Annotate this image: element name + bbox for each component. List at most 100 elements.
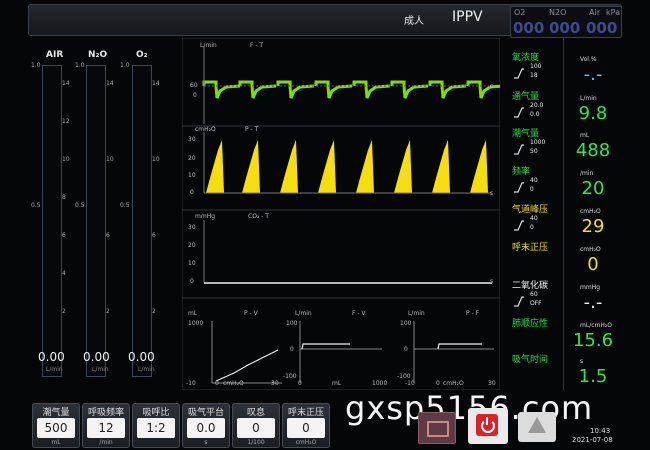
flow-breath bbox=[466, 80, 500, 99]
setting-label: 叹息 bbox=[246, 408, 265, 418]
scale-left-top: 1.0 bbox=[31, 62, 41, 69]
alarm-limit-icon bbox=[513, 292, 525, 307]
alarm-limit-icon bbox=[513, 216, 525, 231]
setting-label: 呼吸频率 bbox=[87, 408, 124, 418]
setting-label: 吸气平台 bbox=[187, 408, 224, 418]
param-label[interactable]: 气道峰压 bbox=[512, 202, 548, 215]
scale-n2o-10: 10 bbox=[106, 156, 114, 163]
pv-xmax: 30 bbox=[271, 380, 279, 387]
param-unit: mL bbox=[580, 132, 590, 139]
scale-right-10: 10 bbox=[62, 156, 70, 163]
param-label[interactable]: 二氧化碳 bbox=[512, 278, 548, 291]
fv-xmin: 0 bbox=[298, 380, 302, 387]
param-unit: L/min bbox=[580, 95, 597, 102]
pf-ymin: -100 bbox=[397, 373, 411, 380]
param-value: -.- bbox=[583, 292, 603, 313]
gas-label-n2o: N2O bbox=[549, 8, 567, 17]
gas-value-air: 000 bbox=[586, 19, 618, 37]
setting-value[interactable]: 500 bbox=[37, 418, 75, 438]
scale-right-6: 6 bbox=[62, 232, 66, 239]
param-label[interactable]: 吸气时间 bbox=[512, 352, 548, 365]
fv-ymin: -100 bbox=[283, 373, 297, 380]
alarm-limit-icon bbox=[513, 64, 525, 79]
gas-unit: kPa bbox=[606, 8, 620, 17]
param-value: 1.5 bbox=[578, 366, 608, 387]
param-alarm-low: 0 bbox=[530, 186, 534, 193]
flow-unit-air: L/min bbox=[46, 366, 63, 373]
param-label[interactable]: 通气量 bbox=[512, 89, 539, 102]
pressure-waveform bbox=[206, 140, 488, 193]
co2-tick-10: 10 bbox=[188, 260, 196, 267]
fv-ymax: 100 bbox=[286, 320, 298, 327]
flow-unit-label: L/min bbox=[200, 42, 217, 49]
standby-button[interactable] bbox=[468, 408, 508, 444]
pv-yunit: mL bbox=[188, 310, 198, 317]
waveform-area bbox=[182, 38, 500, 390]
param-label[interactable]: 氧浓度 bbox=[512, 50, 539, 63]
setting-value[interactable]: 1:2 bbox=[137, 418, 175, 438]
setting-label: 潮气量 bbox=[42, 408, 70, 418]
setting-control[interactable]: 叹息 0 1/100 bbox=[232, 403, 280, 448]
fv-yunit: L/min bbox=[295, 310, 312, 317]
flow-unit-n2o: L/min bbox=[92, 366, 109, 373]
alarm-limit-icon bbox=[513, 178, 525, 193]
fv-loop bbox=[299, 321, 382, 383]
param-alarm-low: OFF bbox=[530, 300, 542, 307]
setting-control[interactable]: 呼末正压 0 cmH₂O bbox=[282, 403, 330, 448]
scale-right-14: 14 bbox=[62, 80, 70, 87]
bell-icon bbox=[528, 417, 546, 433]
setting-value[interactable]: 12 bbox=[87, 418, 125, 438]
param-label[interactable]: 肺顺应性 bbox=[512, 316, 548, 329]
setting-control[interactable]: 潮气量 500 mL bbox=[32, 403, 80, 448]
setting-value[interactable]: 0 bbox=[237, 418, 275, 438]
param-alarm-high: 1000 bbox=[530, 139, 546, 146]
param-unit: Vol.% bbox=[580, 56, 597, 63]
setting-unit: cmH₂O bbox=[295, 439, 317, 446]
ventilation-mode[interactable]: IPPV bbox=[452, 9, 483, 25]
gas-value-n2o: 000 bbox=[549, 19, 581, 37]
pressure-breath bbox=[206, 140, 224, 193]
pressure-breath bbox=[356, 140, 374, 193]
pf-loop bbox=[413, 321, 494, 383]
param-label[interactable]: 呼末正压 bbox=[512, 240, 548, 253]
pf-xmid: 0 bbox=[436, 380, 440, 387]
flow-tube-air bbox=[42, 65, 62, 377]
pf-xmin: -10 bbox=[405, 380, 415, 387]
param-unit: cmH₂O bbox=[580, 246, 601, 253]
setting-control[interactable]: 吸气平台 0.0 s bbox=[182, 403, 230, 448]
alarm-silence-button[interactable] bbox=[518, 412, 556, 442]
flow-breath bbox=[238, 80, 277, 99]
param-label[interactable]: 潮气量 bbox=[512, 126, 539, 139]
flow-breath bbox=[428, 80, 467, 99]
scale-n2o-top: 1.0 bbox=[75, 62, 85, 69]
param-label[interactable]: 频率 bbox=[512, 164, 530, 177]
setting-unit: s bbox=[204, 439, 208, 446]
patient-type[interactable]: 成人 bbox=[404, 12, 424, 27]
gas-value-o2: 000 bbox=[513, 19, 545, 37]
setting-value[interactable]: 0 bbox=[287, 418, 325, 438]
flow-axis-top: 60 bbox=[190, 82, 198, 89]
flow-value-air: 0.00 bbox=[38, 350, 65, 364]
pf-ymid: 0 bbox=[404, 346, 408, 353]
param-alarm-low: 0.0 bbox=[530, 111, 540, 118]
fv-xmax: 1000 bbox=[372, 380, 388, 387]
scale-o2-2: 2 bbox=[152, 308, 156, 315]
setting-control[interactable]: 吸呼比 1:2 bbox=[132, 403, 180, 448]
pressure-axis-time: s bbox=[490, 190, 494, 197]
scale-right-8: 8 bbox=[62, 194, 66, 201]
setting-label: 呼末正压 bbox=[287, 408, 324, 418]
param-alarm-low: 18 bbox=[530, 72, 538, 79]
setting-value[interactable]: 0.0 bbox=[187, 418, 225, 438]
pf-xmax: 30 bbox=[488, 380, 496, 387]
tube-label-n2o: N₂O bbox=[88, 50, 108, 60]
flow-breath bbox=[276, 80, 315, 99]
tube-label-o2: O₂ bbox=[136, 50, 148, 60]
flow-breath bbox=[202, 80, 241, 99]
setting-control[interactable]: 呼吸频率 12/min bbox=[82, 403, 130, 448]
screen-lock-button[interactable] bbox=[418, 412, 456, 444]
scale-o2-6: 6 bbox=[152, 232, 156, 239]
pf-ymax: 100 bbox=[400, 320, 412, 327]
param-unit: cmH₂O bbox=[580, 208, 601, 215]
param-alarm-low: 0 bbox=[530, 224, 534, 231]
pressure-breath bbox=[394, 140, 412, 193]
